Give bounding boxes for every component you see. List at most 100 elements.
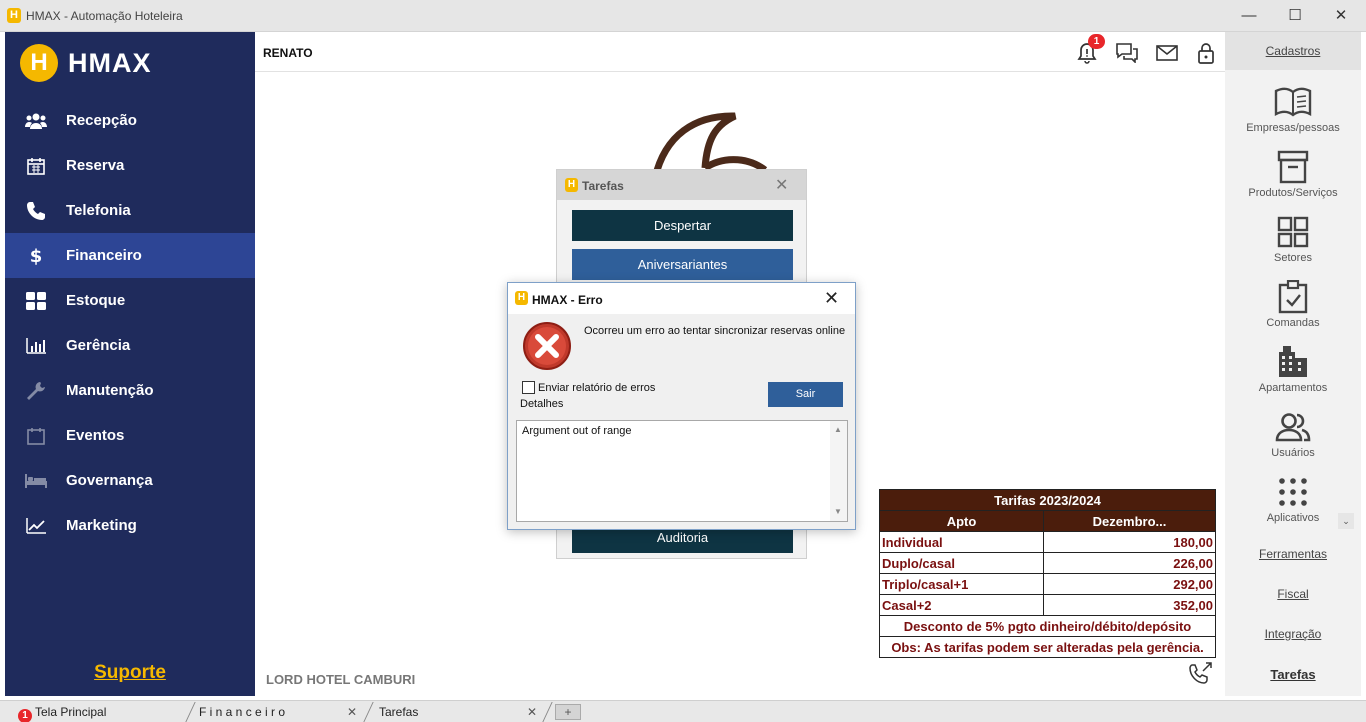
rp-item-label: Comandas bbox=[1266, 317, 1320, 329]
sidebar-item-label: Telefonia bbox=[66, 202, 131, 219]
sidebar-item-label: Recepção bbox=[66, 112, 137, 129]
rates-note: Obs: As tarifas podem ser alteradas pela… bbox=[879, 636, 1216, 658]
rp-item-apartamentos[interactable]: Apartamentos bbox=[1225, 334, 1361, 399]
rate-value: 180,00 bbox=[1043, 531, 1216, 553]
sidebar-item-label: Eventos bbox=[66, 427, 125, 444]
error-details-text: Argument out of range bbox=[522, 425, 632, 437]
bar-chart-icon bbox=[25, 335, 47, 357]
scroll-down-icon[interactable]: ▼ bbox=[834, 507, 842, 516]
calendar-outline-icon bbox=[25, 425, 47, 447]
tab-bar: 1 Tela Principal F i n a n c e i r o ✕ Ta… bbox=[0, 700, 1366, 722]
calendar-icon bbox=[25, 155, 47, 177]
clipboard-check-icon bbox=[1273, 279, 1313, 315]
error-message: Ocorreu um erro ao tentar sincronizar re… bbox=[584, 325, 846, 337]
sidebar-item-label: Marketing bbox=[66, 517, 137, 534]
sair-button[interactable]: Sair bbox=[768, 382, 843, 407]
close-tab-icon[interactable]: ✕ bbox=[347, 703, 357, 722]
tarefas-link[interactable]: Tarefas bbox=[1225, 667, 1361, 682]
app-logo-icon: H bbox=[515, 291, 528, 305]
tab-badge: 1 bbox=[18, 709, 32, 722]
tab-label: Tela Principal bbox=[35, 705, 107, 719]
ferramentas-link[interactable]: Ferramentas bbox=[1225, 547, 1361, 561]
app-logo-icon: H bbox=[7, 8, 21, 23]
close-icon[interactable]: ✕ bbox=[775, 175, 788, 195]
sidebar-item-estoque[interactable]: Estoque bbox=[5, 278, 255, 323]
maximize-button[interactable]: ☐ bbox=[1272, 0, 1318, 32]
close-icon[interactable]: ✕ bbox=[824, 288, 839, 309]
sidebar-item-financeiro[interactable]: $ Financeiro bbox=[5, 233, 255, 278]
error-dialog-titlebar: H HMAX - Erro ✕ bbox=[508, 283, 855, 314]
window-title: HMAX - Automação Hoteleira bbox=[26, 9, 183, 23]
rp-item-setores[interactable]: Setores bbox=[1225, 204, 1361, 269]
right-panel: Cadastros Empresas/pessoas Produtos/Serv… bbox=[1225, 32, 1361, 696]
rates-table: Tarifas 2023/2024 Apto Dezembro... Indiv… bbox=[879, 489, 1216, 658]
scroll-up-icon[interactable]: ▲ bbox=[834, 425, 842, 434]
users-icon bbox=[1273, 409, 1313, 445]
rate-apto: Individual bbox=[879, 531, 1044, 553]
send-report-checkbox[interactable] bbox=[522, 381, 535, 394]
tab-tarefas[interactable]: Tarefas bbox=[379, 703, 418, 722]
grid-icon bbox=[1273, 214, 1313, 250]
sidebar-item-governanca[interactable]: Governança bbox=[5, 458, 255, 503]
tab-separator bbox=[363, 702, 374, 722]
sidebar-item-telefonia[interactable]: Telefonia bbox=[5, 188, 255, 233]
support-link[interactable]: Suporte bbox=[5, 662, 255, 684]
rp-item-label: Usuários bbox=[1271, 447, 1315, 459]
grid-icon bbox=[25, 290, 47, 312]
error-dialog: H HMAX - Erro ✕ Ocorreu um erro ao tenta… bbox=[507, 282, 856, 530]
rp-item-comandas[interactable]: Comandas bbox=[1225, 269, 1361, 334]
phone-transfer-icon[interactable] bbox=[1188, 662, 1214, 686]
title-bar: H HMAX - Automação Hoteleira — ☐ ✕ bbox=[0, 0, 1366, 32]
rates-col-month: Dezembro... bbox=[1043, 510, 1216, 532]
close-window-button[interactable]: ✕ bbox=[1318, 0, 1364, 32]
sidebar-item-label: Reserva bbox=[66, 157, 125, 174]
tab-tela-principal[interactable]: 1 Tela Principal bbox=[18, 703, 106, 722]
lock-icon bbox=[1198, 43, 1214, 64]
minimize-button[interactable]: — bbox=[1226, 0, 1272, 32]
notification-button[interactable]: 1 bbox=[1074, 34, 1105, 66]
tab-financeiro[interactable]: F i n a n c e i r o bbox=[199, 703, 285, 722]
sidebar-menu: Recepção Reserva Telefonia $ Financeiro … bbox=[5, 98, 255, 548]
cadastros-header[interactable]: Cadastros bbox=[1225, 32, 1361, 70]
tarefas-window-title: Tarefas bbox=[582, 179, 624, 193]
details-scrollbar[interactable]: ▲ ▼ bbox=[830, 421, 847, 521]
sidebar-item-recepcao[interactable]: Recepção bbox=[5, 98, 255, 143]
chat-button[interactable] bbox=[1114, 40, 1140, 66]
sidebar-item-eventos[interactable]: Eventos bbox=[5, 413, 255, 458]
lock-button[interactable] bbox=[1193, 40, 1219, 66]
error-icon bbox=[523, 322, 571, 370]
mail-icon bbox=[1156, 45, 1178, 61]
tab-label: F i n a n c e i r o bbox=[199, 705, 286, 719]
rp-item-usuarios[interactable]: Usuários bbox=[1225, 399, 1361, 464]
wrench-icon bbox=[25, 380, 47, 402]
chevron-down-icon[interactable]: ⌄ bbox=[1338, 513, 1354, 529]
rp-item-label: Apartamentos bbox=[1258, 382, 1328, 394]
table-row: Casal+2 352,00 bbox=[879, 594, 1216, 616]
sidebar-item-marketing[interactable]: Marketing bbox=[5, 503, 255, 548]
rates-col-apto: Apto bbox=[879, 510, 1044, 532]
user-name: RENATO bbox=[263, 46, 313, 60]
bed-icon bbox=[25, 470, 47, 492]
trend-icon bbox=[25, 515, 47, 537]
integracao-link[interactable]: Integração bbox=[1225, 627, 1361, 641]
despertar-button[interactable]: Despertar bbox=[572, 210, 793, 241]
sidebar-item-label: Governança bbox=[66, 472, 153, 489]
rp-item-label: Produtos/Serviços bbox=[1248, 187, 1338, 199]
error-details-textarea[interactable]: Argument out of range ▲ ▼ bbox=[516, 420, 848, 522]
rp-item-empresas[interactable]: Empresas/pessoas bbox=[1225, 74, 1361, 139]
rate-value: 352,00 bbox=[1043, 594, 1216, 616]
add-tab-button[interactable]: + bbox=[555, 704, 581, 720]
sidebar-item-reserva[interactable]: Reserva bbox=[5, 143, 255, 188]
rp-item-label: Empresas/pessoas bbox=[1246, 122, 1340, 134]
rate-apto: Triplo/casal+1 bbox=[879, 573, 1044, 595]
sidebar-item-manutencao[interactable]: Manutenção bbox=[5, 368, 255, 413]
fiscal-link[interactable]: Fiscal bbox=[1225, 587, 1361, 601]
error-dialog-title: HMAX - Erro bbox=[532, 293, 603, 307]
sidebar-item-gerencia[interactable]: Gerência bbox=[5, 323, 255, 368]
rp-item-produtos[interactable]: Produtos/Serviços bbox=[1225, 139, 1361, 204]
mail-button[interactable] bbox=[1154, 40, 1180, 66]
close-tab-icon[interactable]: ✕ bbox=[527, 703, 537, 722]
sidebar-item-label: Financeiro bbox=[66, 247, 142, 264]
aniversariantes-button[interactable]: Aniversariantes bbox=[572, 249, 793, 280]
rate-apto: Duplo/casal bbox=[879, 552, 1044, 574]
